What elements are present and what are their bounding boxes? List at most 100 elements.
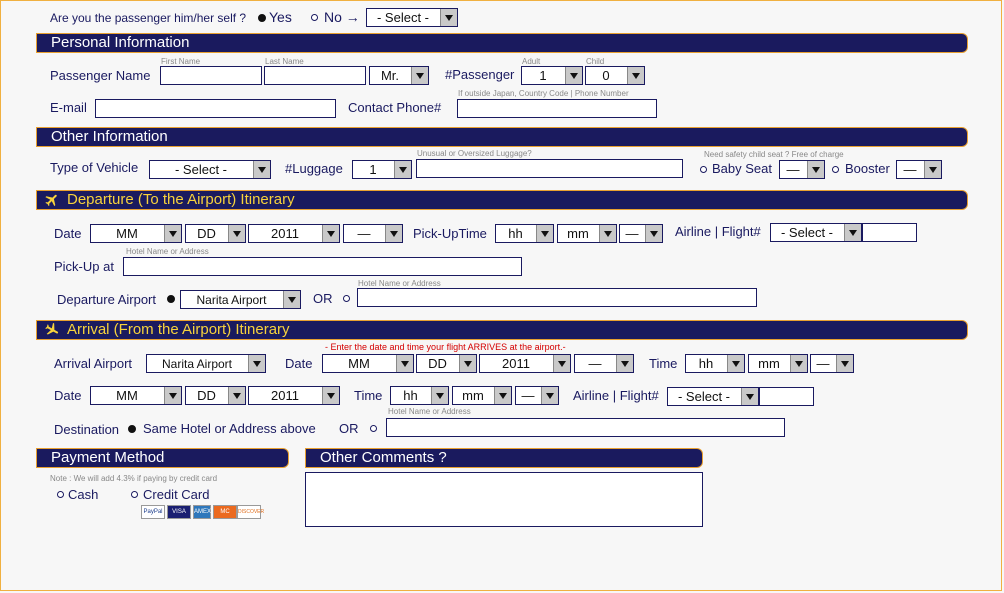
- last-name-input[interactable]: [264, 66, 366, 85]
- comments-textarea[interactable]: [305, 472, 703, 527]
- credit-card-label: Credit Card: [143, 487, 210, 502]
- no-radio[interactable]: [311, 14, 318, 21]
- departure-hotel-radio[interactable]: [343, 295, 350, 302]
- arrival-note: - Enter the date and time your flight AR…: [325, 342, 566, 352]
- section-personal: Personal Information: [36, 33, 968, 53]
- departure-airport-select[interactable]: Narita Airport: [180, 290, 301, 309]
- arrival-hour-value: hh: [698, 356, 714, 371]
- chevron-down-icon: [385, 225, 402, 242]
- luggage-select[interactable]: 1: [352, 160, 412, 179]
- chevron-down-icon: [322, 225, 339, 242]
- departure-airport-value: Narita Airport: [196, 293, 267, 307]
- arrival2-ampm-select[interactable]: —: [515, 386, 559, 405]
- destination-hotel-hint: Hotel Name or Address: [388, 407, 471, 416]
- arrival2-ampm-value: —: [521, 388, 535, 403]
- pickup-hour-select[interactable]: hh: [495, 224, 554, 243]
- arrival2-year-value: 2011: [271, 388, 299, 403]
- arrival-day-value: DD: [428, 356, 447, 371]
- destination-hotel-radio[interactable]: [370, 425, 377, 432]
- arrival-ampm-value: —: [816, 356, 830, 371]
- chevron-down-icon: [536, 225, 553, 242]
- adult-select[interactable]: 1: [521, 66, 583, 85]
- cash-radio[interactable]: [57, 491, 64, 498]
- passenger-select-value: - Select -: [376, 10, 429, 25]
- title-value: Mr.: [380, 68, 400, 83]
- oversized-input[interactable]: [416, 159, 683, 178]
- arrival2-minute-select[interactable]: mm: [452, 386, 512, 405]
- phone-hint: If outside Japan, Country Code | Phone N…: [458, 89, 629, 98]
- departure-day-select[interactable]: DD: [185, 224, 246, 243]
- departure-year-select[interactable]: 2011: [248, 224, 340, 243]
- child-select[interactable]: 0: [585, 66, 645, 85]
- arrival-airport-select[interactable]: Narita Airport: [146, 354, 266, 373]
- airplane-landing-icon: [45, 322, 59, 335]
- arrival-year-select[interactable]: 2011: [479, 354, 571, 373]
- chevron-down-icon: [228, 225, 245, 242]
- section-departure-title: Departure (To the Airport) Itinerary: [67, 191, 295, 208]
- baby-seat-select[interactable]: —: [779, 160, 825, 179]
- arrival-time2-label: Time: [354, 388, 383, 403]
- destination-hotel-input[interactable]: [386, 418, 785, 437]
- baby-seat-value: —: [786, 162, 800, 177]
- passenger-select[interactable]: - Select -: [366, 8, 458, 27]
- arrival2-hour-value: hh: [403, 388, 418, 403]
- booster-select[interactable]: —: [896, 160, 942, 179]
- arrival-airline-value: - Select -: [677, 389, 730, 404]
- pickup-address-input[interactable]: [123, 257, 522, 276]
- arrival-airport-value: Narita Airport: [161, 357, 233, 371]
- arrival2-year-select[interactable]: 2011: [248, 386, 340, 405]
- arrival2-month-select[interactable]: MM: [90, 386, 182, 405]
- yes-radio[interactable]: [258, 14, 266, 22]
- arrival-month-select[interactable]: MM: [322, 354, 414, 373]
- departure-airport-radio[interactable]: [167, 295, 175, 303]
- pickup-time-label: Pick-UpTime: [413, 226, 487, 241]
- departure-hotel-input[interactable]: [357, 288, 757, 307]
- arrival2-hour-select[interactable]: hh: [390, 386, 449, 405]
- arrival-extra-value: —: [588, 356, 602, 371]
- pickup-minute-select[interactable]: mm: [557, 224, 617, 243]
- chevron-down-icon: [553, 355, 570, 372]
- arrival-date-label: Date: [285, 356, 313, 371]
- chevron-down-icon: [253, 161, 270, 178]
- pickup-at-label: Pick-Up at: [54, 259, 114, 274]
- phone-input[interactable]: [457, 99, 657, 118]
- vehicle-select[interactable]: - Select -: [149, 160, 271, 179]
- departure-extra-select[interactable]: —: [343, 224, 403, 243]
- chevron-down-icon: [494, 387, 511, 404]
- chevron-down-icon: [727, 355, 744, 372]
- arrival-airline-select[interactable]: - Select -: [667, 387, 759, 406]
- same-hotel-radio[interactable]: [128, 425, 136, 433]
- section-comments: Other Comments ?: [305, 448, 703, 468]
- departure-or-label: OR: [313, 291, 333, 306]
- pickup-hour-value: hh: [508, 226, 523, 241]
- chevron-down-icon: [248, 355, 265, 372]
- arrival-year-value: 2011: [502, 356, 530, 371]
- passenger-name-label: Passenger Name: [50, 68, 151, 83]
- pickup-ampm-select[interactable]: —: [619, 224, 663, 243]
- email-input[interactable]: [95, 99, 336, 118]
- email-label: E-mail: [50, 100, 87, 115]
- credit-card-radio[interactable]: [131, 491, 138, 498]
- departure-hotel-hint: Hotel Name or Address: [358, 279, 441, 288]
- first-name-input[interactable]: [160, 66, 262, 85]
- booster-radio[interactable]: [832, 166, 839, 173]
- vehicle-value: - Select -: [174, 162, 227, 177]
- arrival-extra-select[interactable]: —: [574, 354, 634, 373]
- arrival-hour-select[interactable]: hh: [685, 354, 745, 373]
- arrival-time-label: Time: [649, 356, 678, 371]
- arrival-flight-input[interactable]: [759, 387, 814, 406]
- arrival-airline-label: Airline | Flight#: [573, 388, 659, 403]
- same-hotel-label: Same Hotel or Address above: [143, 421, 316, 436]
- arrival-ampm-select[interactable]: —: [810, 354, 854, 373]
- booster-label: Booster: [845, 161, 890, 176]
- arrival2-day-select[interactable]: DD: [185, 386, 246, 405]
- arrival-minute-select[interactable]: mm: [748, 354, 808, 373]
- departure-flight-input[interactable]: [862, 223, 917, 242]
- departure-airline-select[interactable]: - Select -: [770, 223, 862, 242]
- baby-seat-radio[interactable]: [700, 166, 707, 173]
- title-select[interactable]: Mr.: [369, 66, 429, 85]
- departure-month-select[interactable]: MM: [90, 224, 182, 243]
- passenger-count-label: #Passenger: [445, 67, 515, 82]
- chevron-down-icon: [411, 67, 428, 84]
- arrival-day-select[interactable]: DD: [416, 354, 477, 373]
